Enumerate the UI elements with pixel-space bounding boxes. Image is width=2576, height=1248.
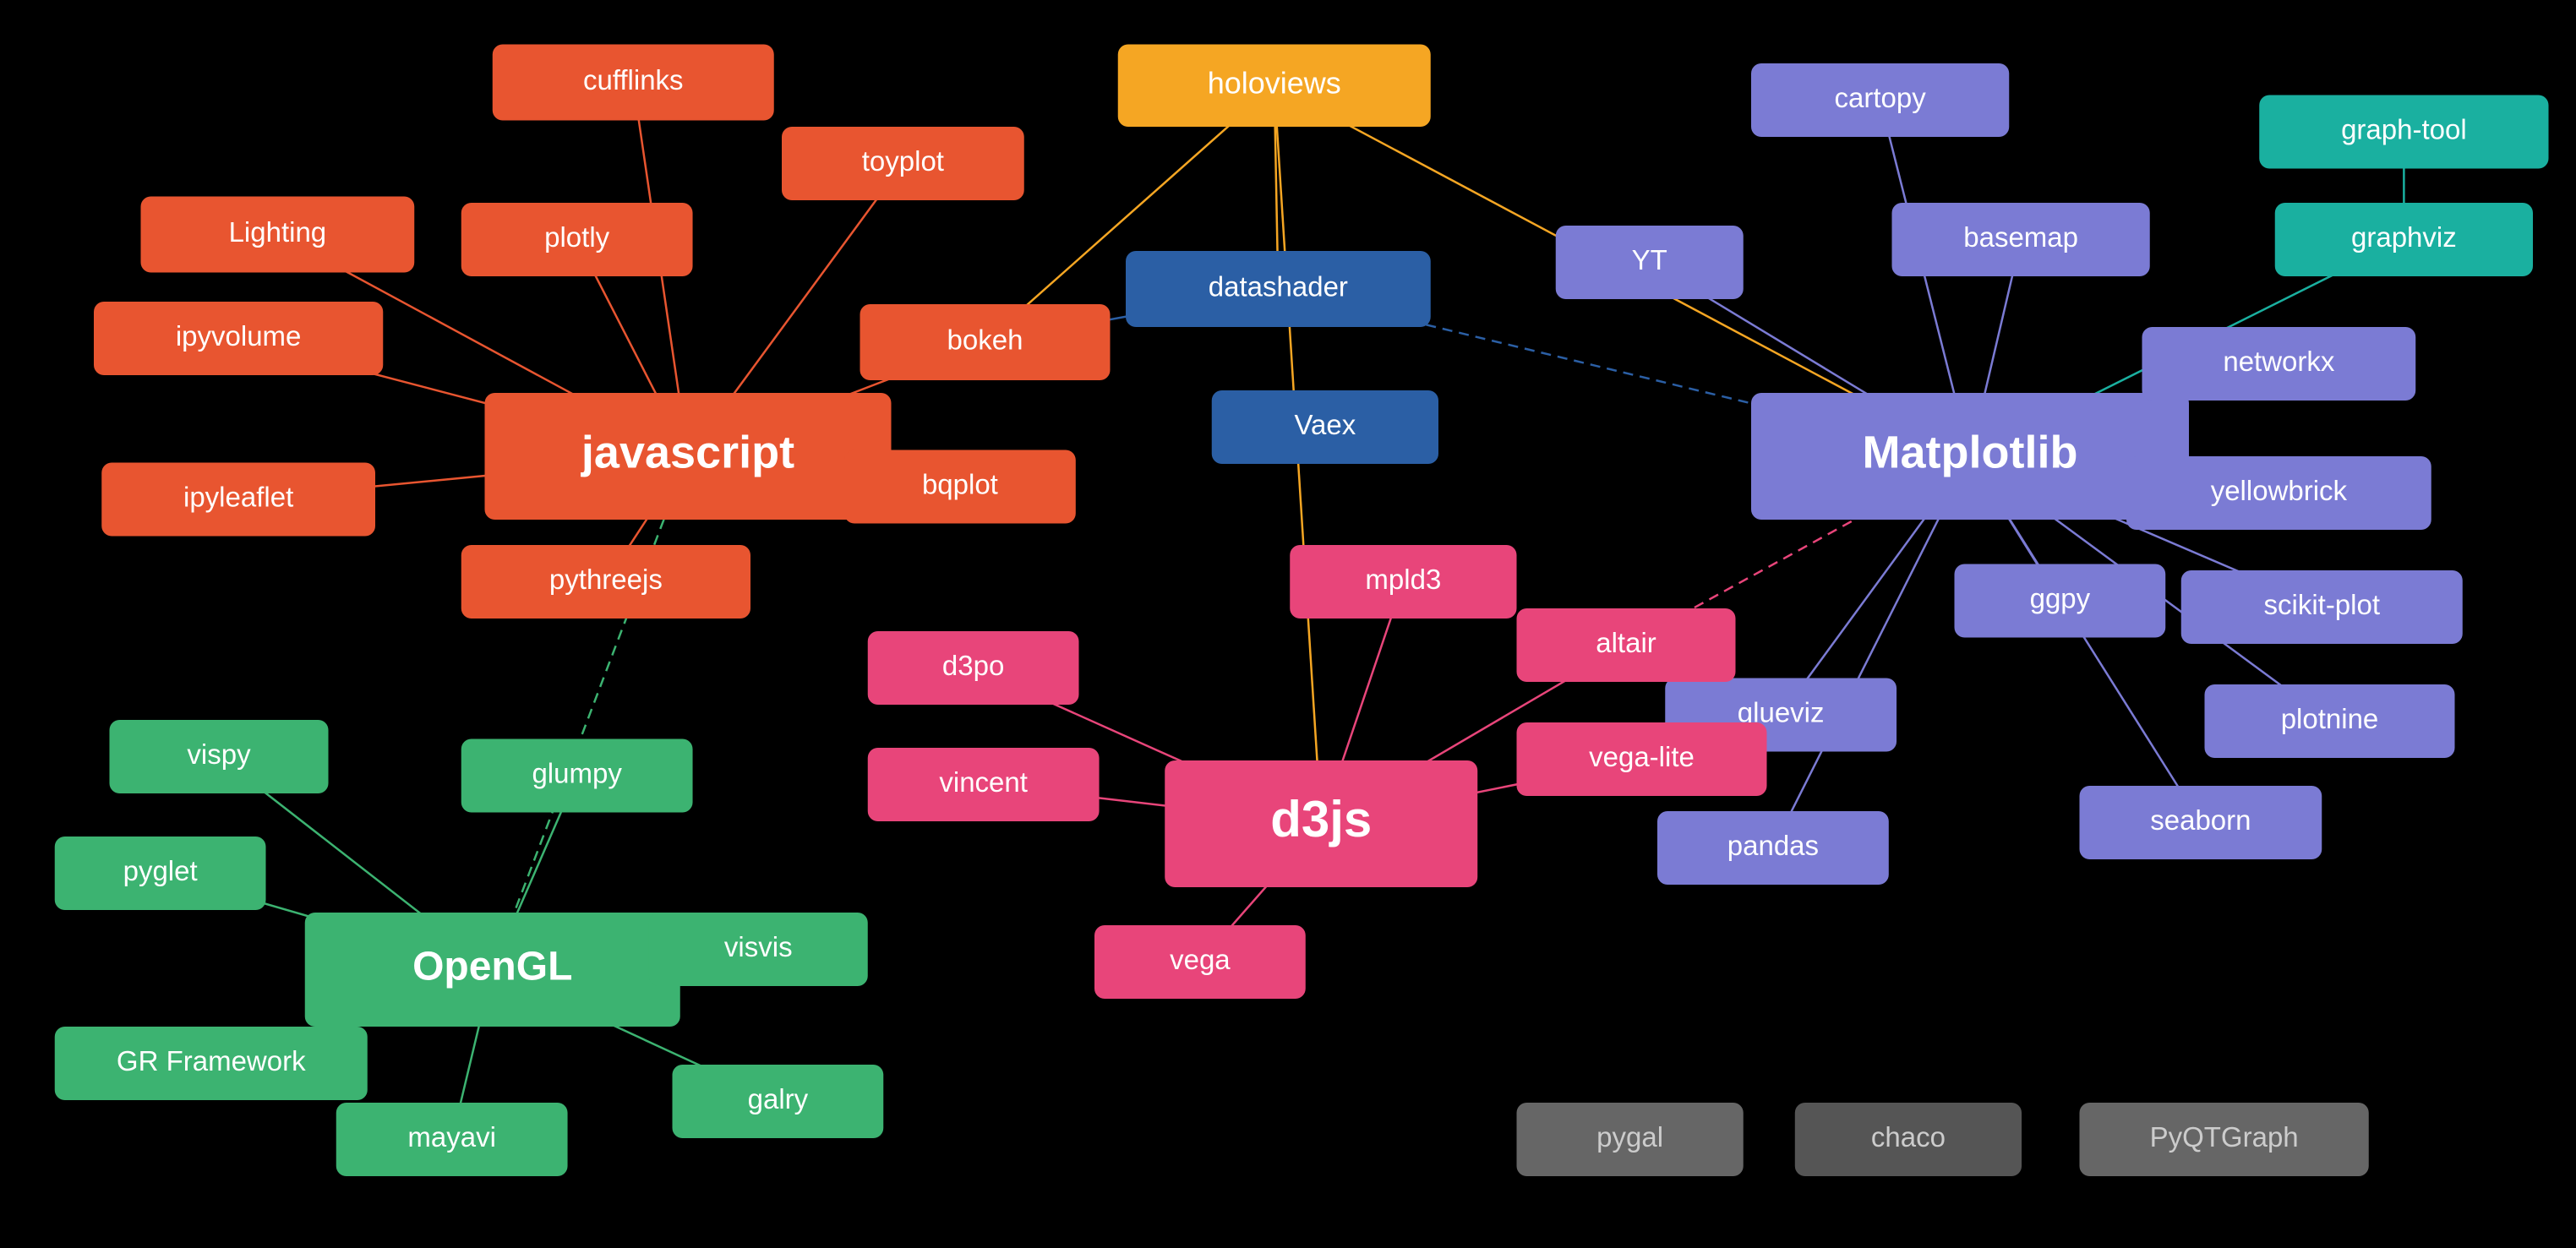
svg-text:glumpy: glumpy [532, 757, 622, 788]
svg-text:visvis: visvis [724, 931, 793, 962]
svg-text:ggpy: ggpy [2030, 582, 2091, 613]
svg-text:YT: YT [1632, 244, 1667, 275]
svg-text:mayavi: mayavi [407, 1121, 496, 1153]
svg-text:d3po: d3po [942, 650, 1004, 681]
svg-text:graphviz: graphviz [2351, 221, 2457, 253]
svg-text:altair: altair [1596, 627, 1656, 658]
svg-text:yellowbrick: yellowbrick [2211, 475, 2348, 506]
svg-text:cartopy: cartopy [1835, 82, 1927, 113]
svg-text:pyglet: pyglet [123, 855, 198, 886]
svg-text:basemap: basemap [1963, 221, 2078, 253]
svg-text:mpld3: mpld3 [1365, 564, 1441, 595]
svg-text:vispy: vispy [187, 738, 251, 770]
svg-text:cufflinks: cufflinks [583, 64, 684, 95]
svg-text:datashader: datashader [1209, 270, 1348, 302]
svg-text:javascript: javascript [581, 428, 794, 478]
svg-text:pygal: pygal [1596, 1121, 1663, 1153]
graph-visualization: javascript Matplotlib OpenGL d3js holoviews b… [0, 0, 2576, 1248]
svg-text:Vaex: Vaex [1294, 409, 1356, 440]
svg-text:GR Framework: GR Framework [117, 1045, 306, 1076]
svg-text:Matplotlib: Matplotlib [1863, 428, 2078, 478]
svg-text:seaborn: seaborn [2150, 804, 2251, 836]
svg-text:vega: vega [1170, 944, 1231, 975]
svg-text:plotnine: plotnine [2281, 703, 2379, 734]
svg-text:PyQTGraph: PyQTGraph [2150, 1121, 2299, 1153]
svg-text:vincent: vincent [939, 766, 1028, 798]
svg-text:pandas: pandas [1727, 830, 1819, 861]
svg-text:galry: galry [748, 1083, 809, 1114]
svg-text:plotly: plotly [544, 221, 610, 253]
svg-text:OpenGL: OpenGL [412, 945, 572, 989]
svg-text:bokeh: bokeh [947, 324, 1023, 355]
svg-text:graph-tool: graph-tool [2341, 113, 2467, 144]
svg-text:ipyvolume: ipyvolume [176, 320, 302, 352]
svg-text:ipyleaflet: ipyleaflet [183, 481, 293, 512]
svg-text:bqplot: bqplot [922, 468, 998, 499]
svg-text:toyplot: toyplot [862, 145, 944, 177]
svg-text:vega-lite: vega-lite [1589, 741, 1695, 772]
svg-text:chaco: chaco [1871, 1121, 1946, 1153]
svg-text:holoviews: holoviews [1208, 65, 1341, 100]
svg-text:scikit-plot: scikit-plot [2263, 589, 2380, 620]
svg-text:pythreejs: pythreejs [549, 564, 663, 595]
svg-text:d3js: d3js [1270, 791, 1372, 847]
svg-text:Lighting: Lighting [229, 216, 327, 248]
svg-text:networkx: networkx [2223, 346, 2335, 377]
